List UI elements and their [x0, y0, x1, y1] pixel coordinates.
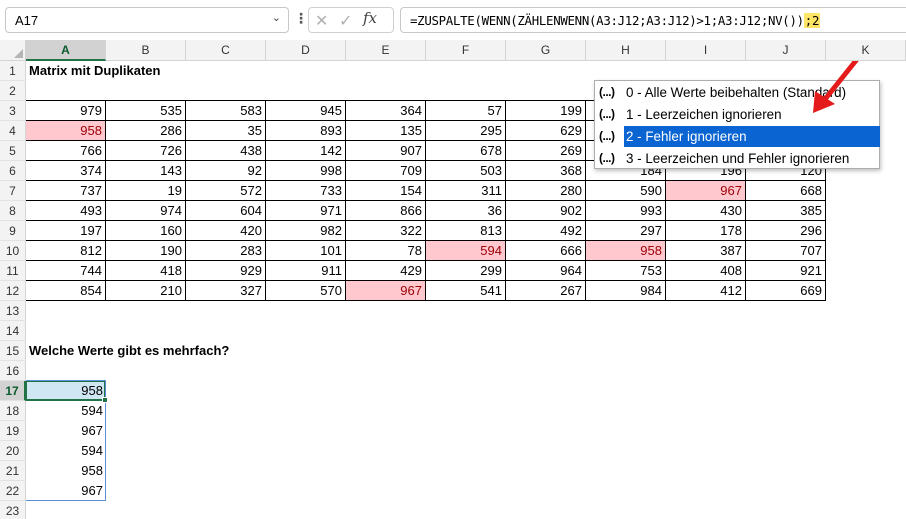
row-header-6[interactable]: 6 [0, 161, 26, 181]
annotation-arrow [813, 55, 861, 113]
row-header-11[interactable]: 11 [0, 261, 26, 281]
column-header-c[interactable]: C [186, 40, 266, 61]
column-header-d[interactable]: D [266, 40, 346, 61]
arrow-shaft [819, 55, 861, 106]
column-header-a[interactable]: A [26, 40, 106, 61]
row-header-7[interactable]: 7 [0, 181, 26, 201]
column-header-g[interactable]: G [506, 40, 586, 61]
row-header-2[interactable]: 2 [0, 81, 26, 101]
row-header-12[interactable]: 12 [0, 281, 26, 301]
column-header-e[interactable]: E [346, 40, 426, 61]
column-header-b[interactable]: B [106, 40, 186, 61]
row-header-3[interactable]: 3 [0, 101, 26, 121]
row-header-17[interactable]: 17 [0, 381, 26, 401]
column-header-k[interactable]: K [826, 40, 906, 61]
column-header-j[interactable]: J [746, 40, 826, 61]
row-header-4[interactable]: 4 [0, 121, 26, 141]
column-header-h[interactable]: H [586, 40, 666, 61]
row-header-18[interactable]: 18 [0, 401, 26, 421]
column-header-f[interactable]: F [426, 40, 506, 61]
row-header-10[interactable]: 10 [0, 241, 26, 261]
column-header-i[interactable]: I [666, 40, 746, 61]
row-header-19[interactable]: 19 [0, 421, 26, 441]
row-header-9[interactable]: 9 [0, 221, 26, 241]
row-header-16[interactable]: 16 [0, 361, 26, 381]
row-header-20[interactable]: 20 [0, 441, 26, 461]
row-header-14[interactable]: 14 [0, 321, 26, 341]
row-header-5[interactable]: 5 [0, 141, 26, 161]
row-header-8[interactable]: 8 [0, 201, 26, 221]
row-header-23[interactable]: 23 [0, 501, 26, 519]
row-header-15[interactable]: 15 [0, 341, 26, 361]
row-header-1[interactable]: 1 [0, 61, 26, 81]
row-header-13[interactable]: 13 [0, 301, 26, 321]
row-header-22[interactable]: 22 [0, 481, 26, 501]
row-header-21[interactable]: 21 [0, 461, 26, 481]
